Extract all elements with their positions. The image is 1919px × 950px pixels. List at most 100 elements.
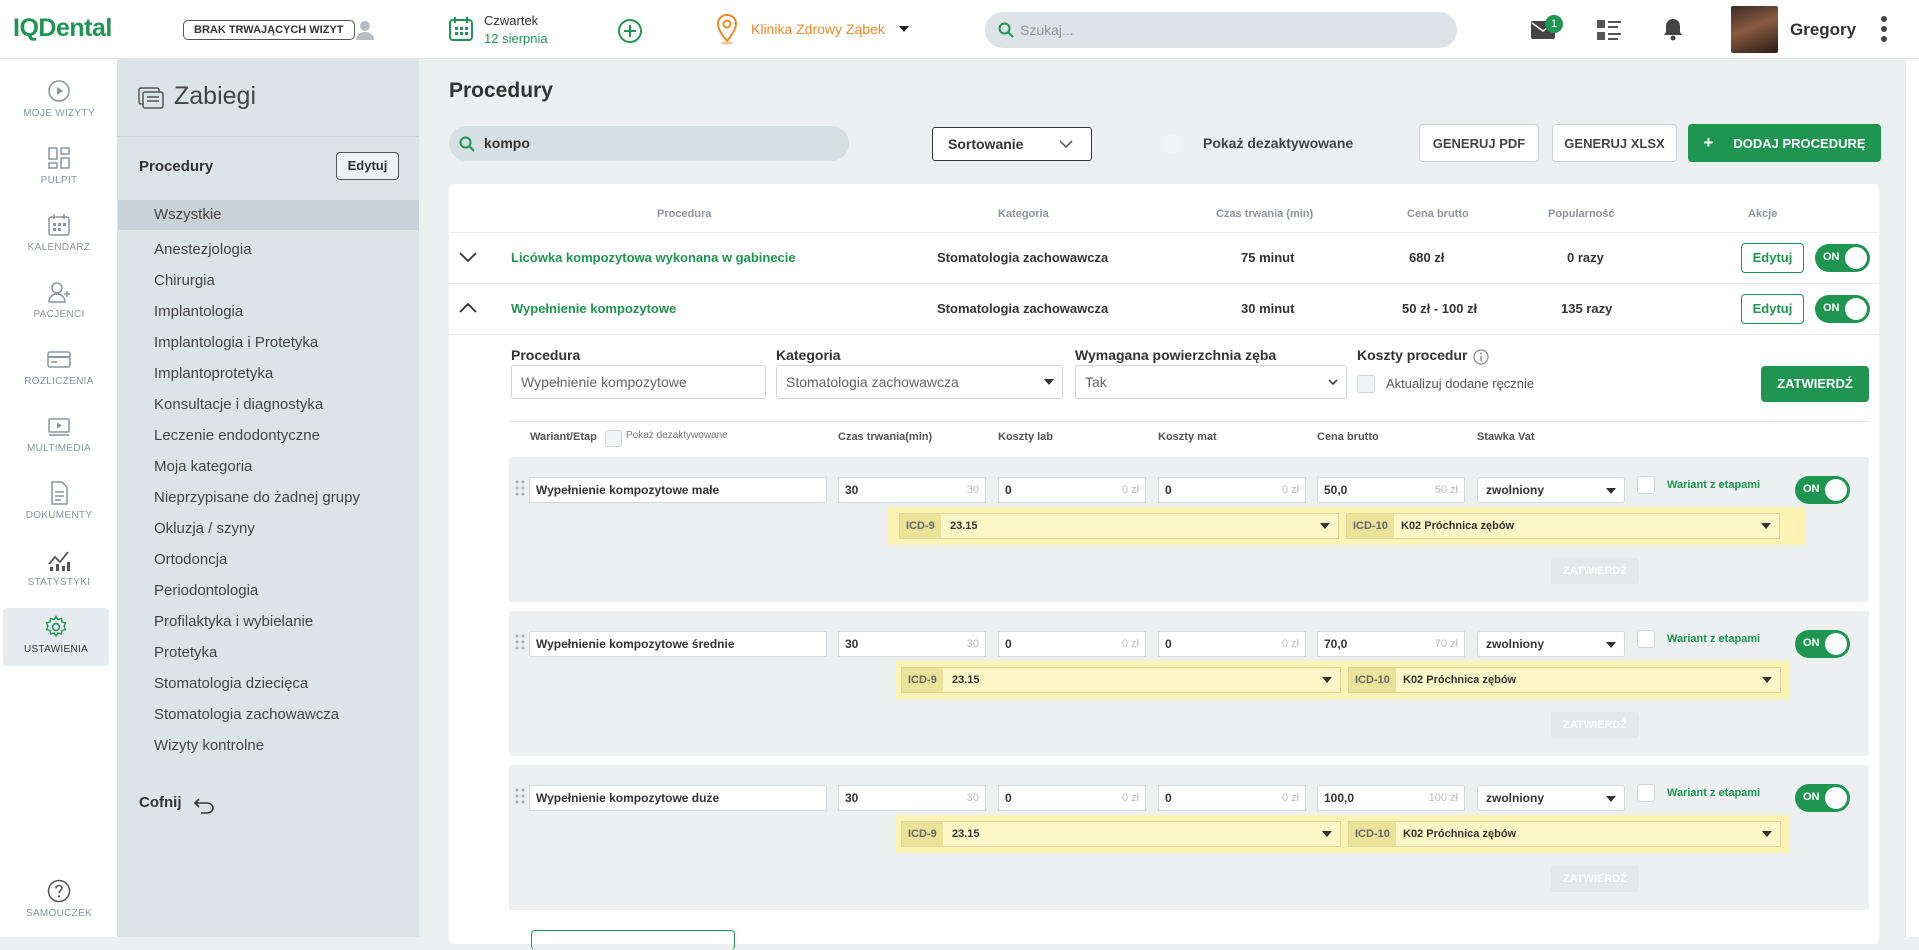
icd10-select[interactable]: ICD-10 K02 Próchnica zębów: [1348, 821, 1781, 847]
price-input[interactable]: 70,0 70 zł: [1317, 631, 1465, 657]
lab-cost-input[interactable]: 0 0 zł: [998, 785, 1146, 811]
duration-input[interactable]: 30 30: [838, 631, 986, 657]
nav-documents[interactable]: DOKUMENTY: [0, 481, 118, 539]
clinic-selector[interactable]: Klinika Zdrowy Ząbek: [751, 21, 885, 37]
edit-categories-button[interactable]: Edytuj: [336, 152, 399, 180]
nav-dashboard[interactable]: PULPIT: [0, 146, 118, 204]
stages-checkbox[interactable]: [1637, 476, 1655, 494]
user-icon[interactable]: [355, 19, 375, 41]
procedure-name[interactable]: Licówka kompozytowa wykonana w gabinecie: [511, 250, 796, 265]
add-procedure-button[interactable]: + DODAJ PROCEDURĘ: [1688, 124, 1881, 162]
variant-show-deactivated-checkbox[interactable]: [605, 430, 622, 447]
generate-pdf-button[interactable]: GENERUJ PDF: [1419, 124, 1539, 162]
variant-name-input[interactable]: Wypełnienie kompozytowe małe: [529, 477, 827, 503]
app-logo[interactable]: IQDental: [13, 14, 112, 43]
drag-handle-icon[interactable]: [515, 480, 525, 496]
confirm-variant-button[interactable]: ZATWIERDŹ: [1551, 558, 1639, 584]
show-deactivated-checkbox[interactable]: [1163, 135, 1181, 153]
category-item[interactable]: Nieprzypisane do żadnej grupy: [154, 489, 360, 520]
task-list-icon[interactable]: [1596, 19, 1622, 41]
nav-patients[interactable]: PACJENCI: [0, 280, 118, 338]
generate-xlsx-button[interactable]: GENERUJ XLSX: [1552, 124, 1677, 162]
price-input[interactable]: 100,0 100 zł: [1317, 785, 1465, 811]
category-item[interactable]: Leczenie endodontyczne: [154, 427, 360, 458]
lab-cost-input[interactable]: 0 0 zł: [998, 631, 1146, 657]
drag-handle-icon[interactable]: [515, 634, 525, 650]
manual-update-checkbox[interactable]: [1357, 375, 1375, 393]
variant-toggle[interactable]: ON: [1795, 784, 1850, 812]
confirm-procedure-button[interactable]: ZATWIERDŹ: [1761, 366, 1869, 402]
chevron-up-icon[interactable]: [459, 303, 477, 313]
icd9-select[interactable]: ICD-9 23.15: [901, 821, 1341, 847]
nav-multimedia[interactable]: MULTIMEDIA: [0, 414, 118, 472]
avatar[interactable]: [1731, 6, 1778, 53]
user-name[interactable]: Gregory: [1790, 20, 1856, 40]
nav-settings[interactable]: USTAWIENIA: [3, 608, 109, 666]
procedure-name-input[interactable]: Wypełnienie kompozytowe: [511, 365, 766, 399]
category-item[interactable]: Okluzja / szyny: [154, 520, 360, 551]
category-item[interactable]: Protetyka: [154, 644, 360, 675]
vat-select[interactable]: zwolniony: [1477, 785, 1625, 811]
nav-statistics[interactable]: STATYSTYKI: [0, 548, 118, 606]
caret-down-icon[interactable]: [898, 25, 910, 33]
category-item[interactable]: Chirurgia: [154, 272, 360, 303]
category-item[interactable]: Stomatologia dziecięca: [154, 675, 360, 706]
duration-input[interactable]: 30 30: [838, 785, 986, 811]
table-row[interactable]: Wypełnienie kompozytowe Stomatologia zac…: [449, 283, 1879, 334]
category-item[interactable]: Stomatologia zachowawcza: [154, 706, 360, 737]
category-all[interactable]: Wszystkie: [118, 200, 419, 230]
edit-button[interactable]: Edytuj: [1741, 243, 1804, 273]
category-item[interactable]: Implantologia: [154, 303, 360, 334]
category-item[interactable]: Konsultacje i diagnostyka: [154, 396, 360, 427]
category-item[interactable]: Implantoprotetyka: [154, 365, 360, 396]
procedure-name[interactable]: Wypełnienie kompozytowe: [511, 301, 676, 316]
vat-select[interactable]: zwolniony: [1477, 631, 1625, 657]
confirm-variant-button[interactable]: ZATWIERDŹ: [1551, 866, 1639, 892]
variant-toggle[interactable]: ON: [1795, 476, 1850, 504]
category-item[interactable]: Ortodoncja: [154, 551, 360, 582]
category-item[interactable]: Anestezjologia: [154, 241, 360, 272]
global-search[interactable]: Szukaj...: [985, 12, 1457, 48]
category-select[interactable]: Stomatologia zachowawcza: [776, 365, 1063, 399]
material-cost-input[interactable]: 0 0 zł: [1158, 631, 1306, 657]
drag-handle-icon[interactable]: [515, 788, 525, 804]
add-visit-icon[interactable]: [617, 18, 643, 44]
stages-checkbox[interactable]: [1637, 630, 1655, 648]
category-item[interactable]: Implantologia i Protetyka: [154, 334, 360, 365]
material-cost-input[interactable]: 0 0 zł: [1158, 785, 1306, 811]
sort-dropdown[interactable]: Sortowanie: [932, 127, 1092, 161]
active-toggle[interactable]: ON: [1815, 295, 1870, 323]
info-icon[interactable]: [1473, 349, 1489, 365]
category-item[interactable]: Profilaktyka i wybielanie: [154, 613, 360, 644]
more-vertical-icon[interactable]: [1880, 14, 1888, 44]
back-button[interactable]: Cofnij: [139, 794, 214, 814]
duration-input[interactable]: 30 30: [838, 477, 986, 503]
category-item[interactable]: Moja kategoria: [154, 458, 360, 489]
price-input[interactable]: 50,0 50 zł: [1317, 477, 1465, 503]
variant-name-input[interactable]: Wypełnienie kompozytowe duże: [529, 785, 827, 811]
table-row[interactable]: Licówka kompozytowa wykonana w gabinecie…: [449, 232, 1879, 283]
material-cost-input[interactable]: 0 0 zł: [1158, 477, 1306, 503]
calendar-icon[interactable]: [448, 16, 474, 42]
icd10-select[interactable]: ICD-10 K02 Próchnica zębów: [1346, 513, 1780, 539]
variant-toggle[interactable]: ON: [1795, 630, 1850, 658]
chevron-down-icon[interactable]: [459, 252, 477, 262]
edit-button[interactable]: Edytuj: [1741, 294, 1804, 324]
active-toggle[interactable]: ON: [1815, 244, 1870, 272]
nav-tutorial[interactable]: SAMOUCZEK: [0, 879, 118, 937]
vat-select[interactable]: zwolniony: [1477, 477, 1625, 503]
icd9-select[interactable]: ICD-9 23.15: [901, 667, 1341, 693]
surface-select[interactable]: Tak: [1075, 365, 1347, 399]
procedure-search-input[interactable]: kompo: [449, 126, 849, 161]
icd10-select[interactable]: ICD-10 K02 Próchnica zębów: [1348, 667, 1781, 693]
no-visits-button[interactable]: BRAK TRWAJĄCYCH WIZYT: [183, 20, 355, 40]
variant-name-input[interactable]: Wypełnienie kompozytowe średnie: [529, 631, 827, 657]
lab-cost-input[interactable]: 0 0 zł: [998, 477, 1146, 503]
scrollbar[interactable]: [1905, 59, 1919, 937]
icd9-select[interactable]: ICD-9 23.15: [899, 513, 1339, 539]
add-variant-button[interactable]: [531, 930, 735, 950]
category-item[interactable]: Periodontologia: [154, 582, 360, 613]
bell-icon[interactable]: [1662, 17, 1684, 41]
nav-calendar[interactable]: KALENDARZ: [0, 213, 118, 271]
nav-billing[interactable]: ROZLICZENIA: [0, 347, 118, 405]
